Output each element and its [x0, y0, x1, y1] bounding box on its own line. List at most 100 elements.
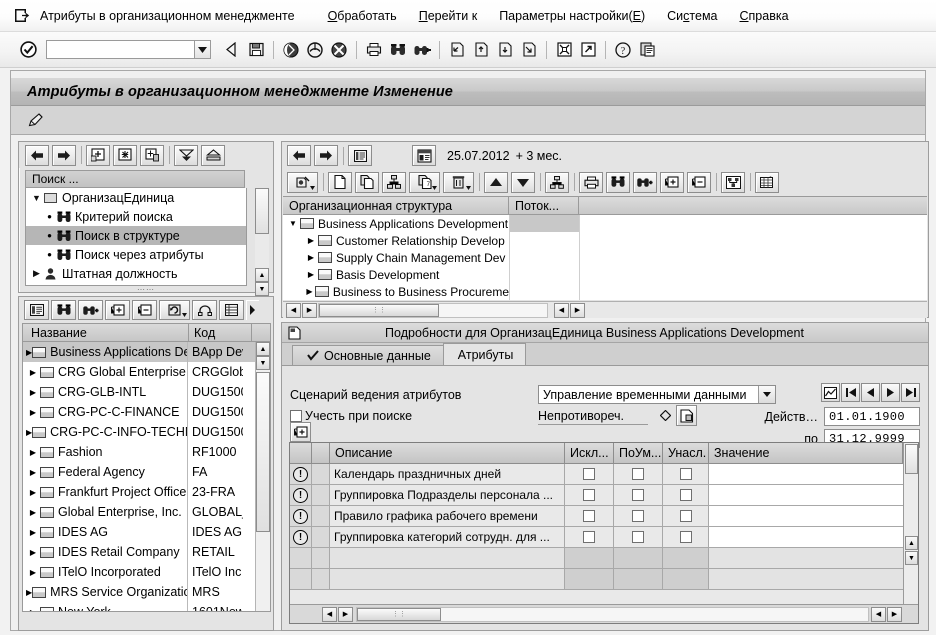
create-button[interactable] — [328, 171, 352, 193]
tree-row[interactable]: ▶ Business to Business Procureme — [283, 283, 927, 300]
column-header-code[interactable]: Код — [189, 324, 252, 341]
chevron-down-icon[interactable] — [758, 386, 775, 403]
row-value-cell[interactable] — [709, 464, 918, 484]
row-select-cell[interactable] — [312, 569, 330, 589]
row-description-cell[interactable] — [330, 569, 565, 589]
last-record-button[interactable] — [901, 383, 920, 402]
chevron-right-icon[interactable]: ▶ — [26, 508, 40, 517]
row-inherited-cell[interactable] — [663, 464, 709, 484]
chevron-right-icon[interactable]: ▶ — [26, 548, 40, 557]
row-code-cell[interactable]: DUG1500 — [188, 422, 243, 442]
row-value-cell[interactable] — [709, 506, 918, 526]
column-header-org-structure[interactable]: Организационная структура — [283, 197, 509, 214]
next-record-button[interactable] — [881, 383, 900, 402]
detail-window-button[interactable] — [676, 405, 697, 426]
row-code-cell[interactable]: 23-FRA — [188, 482, 243, 502]
chevron-right-icon[interactable]: ▶ — [26, 568, 40, 577]
tree-row-label-cell[interactable]: ▶ Supply Chain Management Dev — [283, 249, 509, 266]
hscroll-right-button[interactable]: ▶ — [302, 302, 317, 318]
print-button[interactable] — [363, 39, 385, 61]
tree-item-organizational-unit[interactable]: ▼ ОрганизацЕдиница — [26, 188, 246, 207]
scenario-select[interactable]: Управление временными данными — [538, 385, 776, 404]
row-inherited-cell[interactable] — [663, 548, 709, 568]
select-all-button[interactable] — [113, 144, 137, 166]
sap-logo-icon[interactable] — [8, 8, 36, 23]
row-code-cell[interactable]: RETAIL — [188, 542, 243, 562]
collapse-node-button[interactable] — [687, 171, 711, 193]
previous-page-button[interactable] — [470, 39, 492, 61]
find-next-button[interactable] — [78, 300, 103, 320]
row-description-cell[interactable]: Правило графика рабочего времени — [330, 506, 565, 526]
row-status-cell[interactable] — [290, 548, 312, 568]
column-header-status[interactable] — [290, 443, 312, 463]
attribute-row[interactable] — [290, 569, 918, 590]
column-header-potok[interactable]: Поток... — [509, 197, 579, 214]
more-options-button[interactable] — [246, 300, 259, 320]
column-header-excl[interactable]: Искл... — [565, 443, 614, 463]
row-value-cell[interactable] — [709, 527, 918, 547]
chevron-down-icon[interactable]: ▼ — [30, 193, 43, 203]
find-button[interactable] — [387, 39, 409, 61]
row-code-cell[interactable]: 1601New — [188, 602, 243, 611]
row-name-cell[interactable]: ▶ MRS Service Organization — [23, 582, 188, 602]
date-calendar-button[interactable] — [412, 145, 436, 166]
delimit-button[interactable]: 7 — [409, 171, 440, 193]
tree-row-label-cell[interactable]: ▶ Customer Relationship Develop — [283, 232, 509, 249]
org-structure-hscrollbar[interactable]: ◀ ▶ ⋮⋮ ◀ ▶ — [283, 301, 927, 318]
row-status-cell[interactable] — [290, 569, 312, 589]
row-default-cell[interactable] — [614, 548, 663, 568]
tree-row[interactable]: ▶ Supply Chain Management Dev — [283, 249, 927, 266]
row-name-cell[interactable]: ▶ Business Applications De — [23, 342, 188, 362]
hscroll-track[interactable]: ⋮⋮ — [318, 302, 548, 318]
tree-row-potok-cell[interactable] — [509, 266, 579, 283]
object-list-vertical-scrollbar[interactable]: ▲ ▼ — [255, 342, 270, 611]
row-name-cell[interactable]: ▶ Federal Agency — [23, 462, 188, 482]
next-page-button[interactable] — [494, 39, 516, 61]
chevron-right-icon[interactable]: ▶ — [304, 253, 318, 262]
copy-button[interactable] — [355, 171, 379, 193]
move-down-button[interactable] — [511, 171, 535, 193]
row-checkbox[interactable] — [679, 510, 692, 522]
row-name-cell[interactable]: ▶ CRG-GLB-INTL — [23, 382, 188, 402]
add-object-button[interactable] — [86, 144, 110, 166]
expand-table-button[interactable] — [290, 422, 311, 442]
chevron-right-icon[interactable]: ▶ — [26, 528, 40, 537]
row-status-cell[interactable]: ! — [290, 527, 312, 547]
print-button[interactable] — [579, 171, 603, 193]
command-dropdown-arrow-icon[interactable] — [194, 40, 211, 59]
expand-node-button[interactable] — [105, 300, 130, 320]
command-field[interactable] — [46, 40, 194, 59]
attributes-vertical-scrollbar[interactable]: ▲ ▼ — [903, 443, 918, 623]
column-settings-button[interactable] — [219, 300, 244, 320]
chevron-right-icon[interactable]: ▶ — [26, 448, 40, 457]
row-checkbox[interactable] — [679, 468, 692, 480]
row-name-cell[interactable]: ▶ New York — [23, 602, 188, 611]
row-code-cell[interactable]: IDES AG — [188, 522, 243, 542]
row-value-cell[interactable] — [709, 569, 918, 589]
enter-check-button[interactable] — [18, 40, 38, 60]
first-page-button[interactable] — [446, 39, 468, 61]
save-button[interactable] — [245, 39, 267, 61]
tree-item-search-by-attributes[interactable]: • Поиск через атрибуты — [26, 245, 246, 264]
row-checkbox[interactable] — [632, 489, 644, 501]
row-default-cell[interactable] — [614, 527, 663, 547]
row-code-cell[interactable]: DUG1500 — [188, 382, 243, 402]
tree-row[interactable]: ▶ Customer Relationship Develop — [283, 232, 927, 249]
hscroll-left-button-2[interactable]: ◀ — [554, 302, 569, 318]
nav-forward-button[interactable] — [52, 144, 76, 166]
table-row[interactable]: ▶ Frankfurt Project Office 23-FRA — [23, 482, 270, 502]
row-name-cell[interactable]: ▶ ITelO Incorporated — [23, 562, 188, 582]
row-excl-cell[interactable] — [565, 464, 614, 484]
tab-attributes[interactable]: Атрибуты — [442, 343, 527, 365]
row-name-cell[interactable]: ▶ CRG Global Enterprise — [23, 362, 188, 382]
attribute-row[interactable]: ! Группировка Подразделы персонала ... — [290, 485, 918, 506]
search-bar[interactable]: Поиск ... — [25, 170, 245, 188]
row-name-cell[interactable]: ▶ IDES AG — [23, 522, 188, 542]
find-button[interactable] — [51, 300, 76, 320]
attribute-row[interactable]: ! Календарь праздничных дней — [290, 464, 918, 485]
tree-row[interactable]: ▼ Business Applications Development — [283, 215, 927, 232]
tree-item-position[interactable]: ▶ Штатная должность — [26, 264, 246, 283]
customize-layout-button[interactable] — [636, 39, 658, 61]
resize-grip[interactable]: ⋯⋯ — [19, 285, 273, 294]
chevron-right-icon[interactable]: ▶ — [26, 388, 40, 397]
